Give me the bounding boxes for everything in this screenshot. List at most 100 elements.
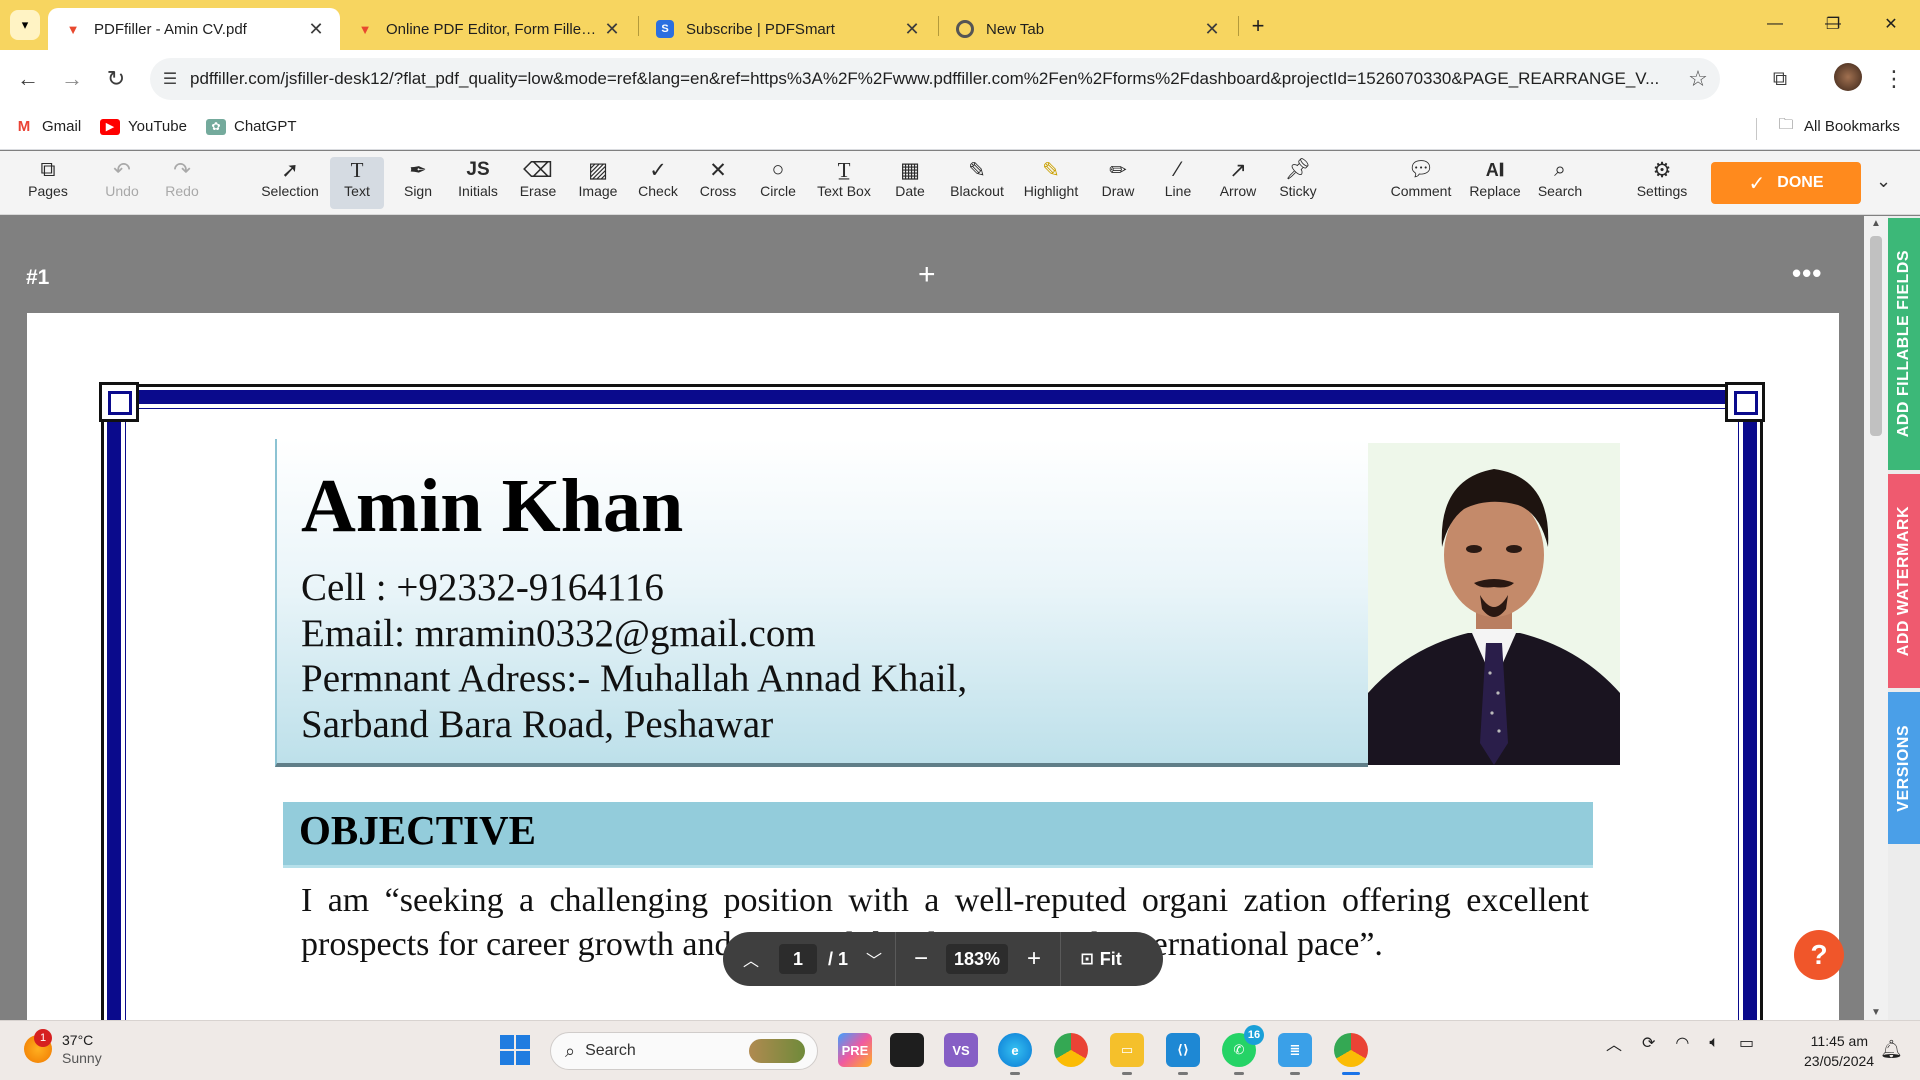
cv-cell[interactable]: Cell : +92332-9164116 <box>301 565 664 610</box>
bookmark-gmail[interactable]: M Gmail <box>14 118 81 135</box>
tab-online-pdf-editor[interactable]: ▼ Online PDF Editor, Form Filler, and ✕ <box>340 8 636 50</box>
tool-selection[interactable]: ➚ Selection <box>254 157 326 209</box>
prev-page-icon[interactable]: ︿ <box>723 947 779 971</box>
reload-icon[interactable]: ↻ <box>100 63 132 95</box>
whatsapp-icon[interactable]: ✆ 16 <box>1222 1025 1264 1075</box>
tool-blackout[interactable]: ✎ Blackout <box>944 157 1010 209</box>
back-icon[interactable]: ← <box>12 63 44 95</box>
chrome-profile-icon[interactable] <box>1334 1033 1368 1075</box>
current-page-input[interactable]: 1 <box>779 944 817 974</box>
tool-arrow[interactable]: ↗ Arrow <box>1214 157 1262 209</box>
scrollbar-thumb[interactable] <box>1870 236 1882 436</box>
browser-menu-icon[interactable]: ⋮ <box>1878 63 1910 95</box>
volume-icon[interactable]: 🔈︎ <box>1709 1034 1719 1052</box>
file-explorer-icon[interactable]: ▭ <box>1110 1033 1144 1075</box>
visual-studio-icon[interactable]: VS <box>944 1033 978 1067</box>
profile-avatar[interactable] <box>1834 63 1862 91</box>
pdf-page[interactable]: Amin Khan Cell : +92332-9164116 Email: m… <box>27 313 1839 1020</box>
document-workspace[interactable]: #1 + ••• Amin Khan Cell : +92332-9164116… <box>0 216 1888 1020</box>
redo-button[interactable]: ↷ Redo <box>158 157 206 209</box>
add-fillable-fields-tab[interactable]: ADD FILLABLE FIELDS <box>1888 218 1920 470</box>
tool-date[interactable]: ▦ Date <box>886 157 934 209</box>
cv-address-line-1[interactable]: Permnant Adress:- Muhallah Annad Khail, <box>301 656 967 701</box>
tool-sticky[interactable]: 📌︎ Sticky <box>1274 157 1322 209</box>
help-button[interactable]: ? <box>1794 930 1844 980</box>
page-more-icon[interactable]: ••• <box>1792 258 1822 289</box>
weather-widget[interactable]: 1 37°C Sunny <box>24 1029 102 1067</box>
task-view-icon[interactable] <box>890 1033 924 1067</box>
settings-button[interactable]: ⚙ Settings <box>1630 157 1694 209</box>
new-tab-button[interactable]: + <box>1244 12 1272 40</box>
zoom-level[interactable]: 183% <box>946 944 1008 974</box>
cv-email[interactable]: Email: mramin0332@gmail.com <box>301 611 816 656</box>
tool-initials[interactable]: JS Initials <box>452 157 504 209</box>
vscode-icon[interactable]: ⟨⟩ <box>1166 1033 1200 1075</box>
windows-start-icon[interactable] <box>500 1035 530 1065</box>
window-close-icon[interactable]: ✕ <box>1868 6 1914 42</box>
wifi-icon[interactable]: ◠ <box>1675 1033 1689 1053</box>
site-info-icon[interactable]: ☰ <box>150 69 190 89</box>
tool-search[interactable]: ⌕ Search <box>1530 157 1590 209</box>
notification-bell-icon[interactable]: 🔔︎ <box>1880 1039 1903 1060</box>
forward-icon[interactable]: → <box>56 63 88 95</box>
profile-photo[interactable] <box>1368 443 1620 765</box>
scroll-down-arrow-icon[interactable]: ▼ <box>1864 1007 1888 1018</box>
next-page-icon[interactable]: ﹀ <box>859 947 889 971</box>
clock[interactable]: 11:45 am 23/05/2024 <box>1804 1031 1874 1071</box>
tab-pdffiller-amin-cv[interactable]: ▼ PDFfiller - Amin CV.pdf ✕ <box>48 8 340 50</box>
tool-cross[interactable]: ✕ Cross <box>694 157 742 209</box>
close-tab-icon[interactable]: ✕ <box>302 19 330 40</box>
copilot-icon[interactable]: PRE <box>838 1033 872 1067</box>
close-tab-icon[interactable]: ✕ <box>1198 19 1226 40</box>
window-restore-icon[interactable]: ❐ <box>1810 6 1856 42</box>
tool-sign[interactable]: ✒ Sign <box>396 157 440 209</box>
tool-text-box[interactable]: T̲ Text Box <box>812 157 876 209</box>
add-watermark-tab[interactable]: ADD WATERMARK <box>1888 474 1920 688</box>
omnibox[interactable]: ☰ pdffiller.com/jsfiller-desk12/?flat_pd… <box>150 58 1720 100</box>
battery-icon[interactable]: ▭ <box>1739 1033 1754 1053</box>
close-tab-icon[interactable]: ✕ <box>598 19 626 40</box>
zoom-in-icon[interactable]: + <box>1008 945 1060 973</box>
tab-new-tab[interactable]: New Tab ✕ <box>940 8 1236 50</box>
tool-replace[interactable]: A𝐈 Replace <box>1464 157 1526 209</box>
tool-text[interactable]: T Text <box>330 157 384 209</box>
tool-image[interactable]: ▨ Image <box>574 157 622 209</box>
tool-circle[interactable]: ○ Circle <box>754 157 802 209</box>
done-button[interactable]: ✓ DONE <box>1711 162 1861 204</box>
tray-chevron-up-icon[interactable]: ︿ <box>1606 1031 1622 1055</box>
vertical-scrollbar[interactable]: ▲ ▼ <box>1864 216 1888 1020</box>
scroll-up-arrow-icon[interactable]: ▲ <box>1864 218 1888 229</box>
sync-icon[interactable]: ⟳ <box>1642 1033 1655 1053</box>
undo-button[interactable]: ↶ Undo <box>98 157 146 209</box>
done-menu-chevron-icon[interactable]: ⌄ <box>1876 171 1891 192</box>
url-text[interactable]: pdffiller.com/jsfiller-desk12/?flat_pdf_… <box>190 69 1676 89</box>
bookmark-youtube[interactable]: ▶ YouTube <box>100 118 187 135</box>
tool-comment[interactable]: 💬︎ Comment <box>1386 157 1456 209</box>
add-page-icon[interactable]: + <box>918 258 936 292</box>
fit-button[interactable]: ⊡ Fit <box>1061 949 1141 970</box>
taskbar-search[interactable]: ⌕ Search <box>550 1032 818 1070</box>
edge-icon[interactable]: e <box>998 1033 1032 1075</box>
tool-erase[interactable]: ⌫ Erase <box>514 157 562 209</box>
objective-title[interactable]: OBJECTIVE <box>299 806 536 854</box>
tool-line[interactable]: ⁄ Line <box>1154 157 1202 209</box>
tool-label: Replace <box>1469 183 1521 199</box>
window-minimize-icon[interactable]: — <box>1752 6 1798 42</box>
versions-tab[interactable]: VERSIONS <box>1888 692 1920 844</box>
notepad-icon[interactable]: ≣ <box>1278 1033 1312 1075</box>
zoom-out-icon[interactable]: − <box>896 945 946 973</box>
bookmark-star-icon[interactable]: ☆ <box>1676 66 1720 92</box>
tab-pdfsmart[interactable]: S Subscribe | PDFSmart ✕ <box>640 8 936 50</box>
all-bookmarks[interactable]: 🗀 All Bookmarks <box>1776 116 1899 135</box>
tab-search-button[interactable]: ▾ <box>10 10 40 40</box>
tool-check[interactable]: ✓ Check <box>634 157 682 209</box>
tool-highlight[interactable]: ✎ Highlight <box>1018 157 1084 209</box>
cv-name[interactable]: Amin Khan <box>301 463 683 550</box>
tool-draw[interactable]: ✏ Draw <box>1094 157 1142 209</box>
extensions-icon[interactable]: ⧉ <box>1764 63 1796 95</box>
cv-address-line-2[interactable]: Sarband Bara Road, Peshawar <box>301 702 773 747</box>
close-tab-icon[interactable]: ✕ <box>898 19 926 40</box>
chrome-taskbar-icon[interactable] <box>1054 1033 1088 1067</box>
bookmark-chatgpt[interactable]: ✿ ChatGPT <box>206 118 297 135</box>
pages-button[interactable]: ⧉ Pages <box>24 157 72 209</box>
